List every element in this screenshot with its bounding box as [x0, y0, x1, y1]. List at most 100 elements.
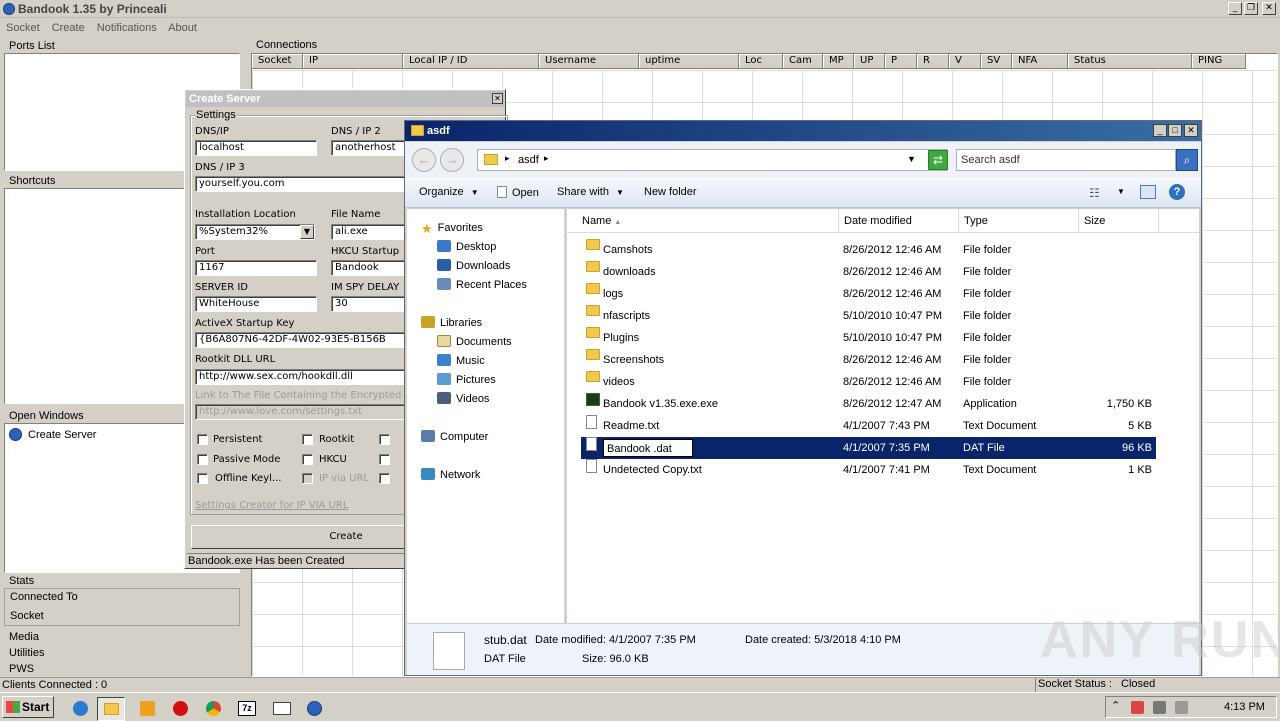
file-name-field[interactable]: ali.exe — [331, 224, 411, 240]
im-spy-delay-field[interactable]: 30 — [331, 296, 411, 312]
network-tray-icon[interactable] — [1153, 701, 1166, 714]
nav-favorites[interactable]: ★ Favorites — [421, 219, 483, 237]
server-id-field[interactable]: WhiteHouse — [195, 296, 317, 312]
dialog-close-button[interactable]: ✕ — [492, 93, 503, 104]
extra-checkbox[interactable] — [379, 454, 390, 465]
nav-documents[interactable]: Documents — [437, 333, 512, 351]
nav-libraries[interactable]: Libraries — [421, 314, 482, 332]
file-name[interactable]: Bandook .dat — [603, 439, 693, 457]
file-row[interactable]: downloads 8/26/2012 12:46 AM File folder — [581, 261, 1156, 283]
back-button[interactable]: ← — [412, 148, 436, 172]
rootkit-url-field[interactable]: http://www.sex.com/hookdll.dll — [195, 369, 417, 385]
clock[interactable]: 4:13 PM — [1224, 701, 1265, 713]
install-location-select[interactable]: %System32% ▼ — [195, 224, 315, 240]
col-loc[interactable]: Loc — [739, 54, 783, 69]
nav-desktop[interactable]: Desktop — [437, 238, 496, 256]
ip-via-url-checkbox[interactable] — [302, 473, 313, 484]
chevron-down-icon[interactable]: ▼ — [1117, 187, 1125, 196]
window-taskbar-icon[interactable] — [268, 697, 296, 721]
col-uptime[interactable]: uptime — [639, 54, 739, 69]
explorer-taskbar-icon[interactable] — [97, 697, 125, 721]
col-type[interactable]: Type — [959, 209, 1079, 233]
shortcut-utilities[interactable]: Utilities — [9, 647, 44, 659]
nav-computer[interactable]: Computer — [421, 428, 488, 446]
extra-checkbox[interactable] — [379, 473, 390, 484]
start-button[interactable]: Start — [2, 696, 54, 718]
file-row[interactable]: logs 8/26/2012 12:46 AM File folder — [581, 283, 1156, 305]
col-status[interactable]: Status — [1068, 54, 1192, 69]
search-icon[interactable]: ⌕ — [1176, 149, 1198, 171]
file-row[interactable]: Undetected Copy.txt 4/1/2007 7:41 PM Text … — [581, 459, 1156, 481]
col-nfa[interactable]: NFA — [1012, 54, 1068, 69]
rootkit-checkbox[interactable] — [302, 434, 313, 445]
opera-taskbar-icon[interactable] — [166, 697, 194, 721]
extra-checkbox[interactable] — [379, 434, 390, 445]
file-row[interactable]: Screenshots 8/26/2012 12:46 AM File folder — [581, 349, 1156, 371]
breadcrumb[interactable]: asdf — [518, 154, 539, 166]
file-row[interactable]: Bandook .dat 4/1/2007 7:35 PM DAT File 96 K… — [581, 437, 1156, 459]
menu-socket[interactable]: Socket — [6, 22, 40, 34]
col-date-modified[interactable]: Date modified — [839, 209, 959, 233]
col-name[interactable]: Name ▲ — [567, 209, 839, 233]
nav-downloads[interactable]: Downloads — [437, 257, 510, 275]
bandook-taskbar-icon[interactable] — [300, 697, 328, 721]
passive-mode-checkbox[interactable] — [197, 454, 208, 465]
col-up[interactable]: UP — [854, 54, 885, 69]
explorer-maximize-button[interactable]: □ — [1168, 124, 1182, 137]
open-button[interactable]: Open — [497, 186, 539, 199]
col-cam[interactable]: Cam — [783, 54, 823, 69]
action-center-icon[interactable] — [1131, 701, 1144, 714]
preview-pane-icon[interactable] — [1140, 185, 1156, 199]
col-username[interactable]: Username — [539, 54, 639, 69]
port-field[interactable]: 1167 — [195, 260, 317, 276]
nav-network[interactable]: Network — [421, 466, 480, 484]
open-window-item[interactable]: Create Server — [9, 428, 96, 441]
view-options-icon[interactable]: ☷ — [1089, 186, 1100, 200]
dns-ip2-field[interactable]: anotherhost — [331, 140, 411, 156]
nav-pictures[interactable]: Pictures — [437, 371, 496, 389]
file-row[interactable]: Camshots 8/26/2012 12:46 AM File folder — [581, 239, 1156, 261]
hkcu-checkbox[interactable] — [302, 454, 313, 465]
forward-button[interactable]: → — [440, 148, 464, 172]
offline-keylogger-checkbox[interactable] — [197, 473, 208, 484]
col-size[interactable]: Size — [1079, 209, 1159, 233]
close-button[interactable]: ✕ — [1262, 2, 1276, 15]
col-sv[interactable]: SV — [981, 54, 1012, 69]
nav-music[interactable]: Music — [437, 352, 485, 370]
link-file-field[interactable]: http://www.love.com/settings.txt — [195, 404, 417, 420]
dns-ip-field[interactable]: localhost — [195, 140, 317, 156]
dns-ip3-field[interactable]: yourself.you.com — [195, 176, 417, 192]
file-row[interactable]: videos 8/26/2012 12:46 AM File folder — [581, 371, 1156, 393]
col-mp[interactable]: MP — [823, 54, 854, 69]
persistent-checkbox[interactable] — [197, 434, 208, 445]
restore-button[interactable]: ❐ — [1244, 2, 1258, 15]
dropdown-arrow-icon[interactable]: ▼ — [300, 225, 314, 239]
explorer-close-button[interactable]: ✕ — [1184, 124, 1198, 137]
ie-taskbar-icon[interactable] — [66, 697, 94, 721]
7zip-taskbar-icon[interactable]: 7z — [233, 697, 261, 721]
refresh-button[interactable]: ⇄ — [928, 150, 948, 170]
col-socket[interactable]: Socket — [252, 54, 303, 69]
organize-button[interactable]: Organize ▼ — [419, 186, 479, 198]
explorer-minimize-button[interactable]: _ — [1153, 124, 1167, 137]
volume-tray-icon[interactable] — [1175, 701, 1188, 714]
file-row[interactable]: nfascripts 5/10/2010 10:47 PM File folder — [581, 305, 1156, 327]
col-local-ip[interactable]: Local IP / ID — [403, 54, 539, 69]
hkcu-startup-field[interactable]: Bandook — [331, 260, 411, 276]
search-input[interactable]: Search asdf — [956, 149, 1176, 171]
activex-field[interactable]: {B6A807N6-42DF-4W02-93E5-B156B — [195, 332, 417, 348]
help-icon[interactable]: ? — [1169, 184, 1185, 200]
media-player-taskbar-icon[interactable] — [133, 697, 161, 721]
col-r[interactable]: R — [917, 54, 949, 69]
address-bar[interactable]: ▸ asdf ▸ ▼ — [477, 149, 947, 171]
nav-videos[interactable]: Videos — [437, 390, 489, 408]
menu-about[interactable]: About — [168, 22, 197, 34]
chrome-taskbar-icon[interactable] — [199, 697, 227, 721]
col-p[interactable]: P — [885, 54, 917, 69]
share-with-button[interactable]: Share with ▼ — [557, 186, 624, 198]
minimize-button[interactable]: _ — [1228, 2, 1242, 15]
file-row[interactable]: Bandook v1.35.exe.exe 8/26/2012 12:47 AM A… — [581, 393, 1156, 415]
nav-recent-places[interactable]: Recent Places — [437, 276, 527, 294]
file-row[interactable]: Plugins 5/10/2010 10:47 PM File folder — [581, 327, 1156, 349]
col-ip[interactable]: IP — [303, 54, 403, 69]
